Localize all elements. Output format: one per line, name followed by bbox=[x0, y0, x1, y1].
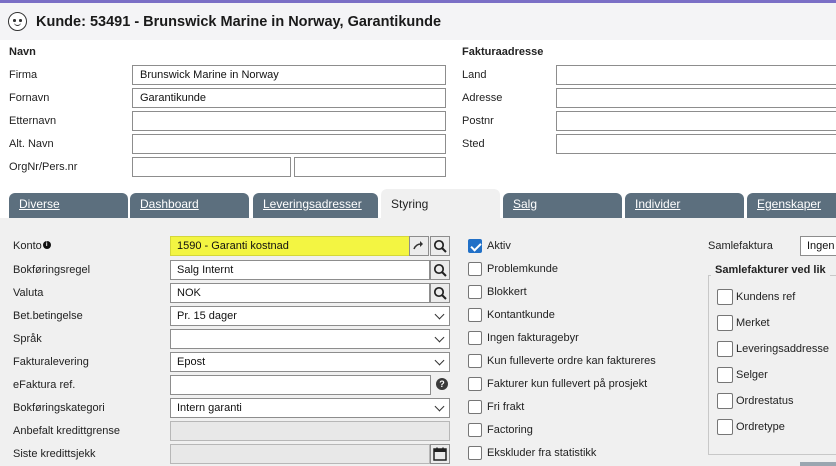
help-icon[interactable]: ? bbox=[436, 378, 448, 390]
fakturalevering-label: Fakturalevering bbox=[13, 356, 89, 368]
ordrestatus-checkbox[interactable] bbox=[717, 393, 733, 409]
kontantkunde-label: Kontantkunde bbox=[487, 309, 555, 321]
merket-label: Merket bbox=[736, 317, 770, 329]
sted-label: Sted bbox=[462, 138, 485, 150]
info-icon[interactable]: i bbox=[42, 241, 51, 249]
altnavn-input[interactable] bbox=[132, 134, 446, 154]
tab-individer[interactable]: Individer bbox=[625, 193, 744, 218]
konto-search-button[interactable] bbox=[430, 236, 450, 256]
kundens-ref-label: Kundens ref bbox=[736, 291, 796, 303]
postnr-input[interactable] bbox=[556, 111, 836, 131]
kundens-ref-checkbox[interactable] bbox=[717, 289, 733, 305]
sprak-select[interactable] bbox=[170, 329, 450, 349]
bokforingsregel-label: Bokføringsregel bbox=[13, 264, 91, 276]
betbetingelse-label: Bet.betingelse bbox=[13, 310, 83, 322]
fakturalevering-select[interactable]: Epost bbox=[170, 352, 450, 372]
betbetingelse-select[interactable]: Pr. 15 dager bbox=[170, 306, 450, 326]
fornavn-input[interactable]: Garantikunde bbox=[132, 88, 446, 108]
kontantkunde-checkbox[interactable] bbox=[468, 308, 482, 322]
search-icon bbox=[433, 239, 447, 253]
tab-diverse[interactable]: Diverse bbox=[9, 193, 128, 218]
fri-frakt-label: Fri frakt bbox=[487, 401, 525, 413]
sted-input[interactable] bbox=[556, 134, 836, 154]
tab-dashboard[interactable]: Dashboard bbox=[130, 193, 249, 218]
blokkert-checkbox[interactable] bbox=[468, 285, 482, 299]
fakturaadresse-heading: Fakturaadresse bbox=[462, 46, 544, 58]
fakturer-kun-fullevert-checkbox[interactable] bbox=[468, 377, 482, 391]
siste-label: Siste kredittsjekk bbox=[13, 448, 96, 460]
ordretype-label: Ordretype bbox=[736, 421, 785, 433]
persnr-input[interactable] bbox=[294, 157, 446, 177]
kun-fulleverte-checkbox[interactable] bbox=[468, 354, 482, 368]
title-bar: Kunde: 53491 - Brunswick Marine in Norwa… bbox=[0, 0, 836, 40]
selger-checkbox[interactable] bbox=[717, 367, 733, 383]
problemkunde-checkbox[interactable] bbox=[468, 262, 482, 276]
fornavn-label: Fornavn bbox=[9, 92, 50, 104]
ekskluder-checkbox[interactable] bbox=[468, 446, 482, 460]
samlefaktura-select[interactable]: Ingen bbox=[800, 236, 836, 256]
blokkert-label: Blokkert bbox=[487, 286, 527, 298]
calendar-icon bbox=[433, 447, 447, 461]
postnr-label: Postnr bbox=[462, 115, 494, 127]
bokforingsregel-search-button[interactable] bbox=[430, 260, 450, 280]
valuta-label: Valuta bbox=[13, 287, 44, 299]
firma-label: Firma bbox=[9, 69, 38, 81]
ingen-fakturagebyr-label: Ingen fakturagebyr bbox=[487, 332, 579, 344]
tab-leveringsadresser[interactable]: Leveringsadresser bbox=[253, 193, 378, 218]
navn-heading: Navn bbox=[9, 46, 36, 58]
land-label: Land bbox=[462, 69, 487, 81]
adresse-input[interactable] bbox=[556, 88, 836, 108]
orgnr-input[interactable] bbox=[132, 157, 291, 177]
anbefalt-label: Anbefalt kredittgrense bbox=[13, 425, 121, 437]
konto-input[interactable]: 1590 - Garanti kostnad bbox=[170, 236, 410, 256]
kun-fulleverte-label: Kun fulleverte ordre kan faktureres bbox=[487, 355, 656, 367]
tab-styring[interactable]: Styring bbox=[381, 189, 500, 218]
etternavn-label: Etternavn bbox=[9, 115, 57, 127]
open-link-button[interactable] bbox=[409, 236, 429, 256]
orgnr-label: OrgNr/Pers.nr bbox=[9, 161, 78, 173]
samlefaktura-label: Samlefaktura bbox=[708, 240, 773, 252]
samlefaktura-group-title: Samlefakturer ved lik bbox=[711, 264, 830, 276]
page-title: Kunde: 53491 - Brunswick Marine in Norwa… bbox=[36, 14, 442, 30]
valuta-search-button[interactable] bbox=[430, 283, 450, 303]
etternavn-input[interactable] bbox=[132, 111, 446, 131]
calendar-button[interactable] bbox=[430, 444, 450, 464]
leveringsaddresse-checkbox[interactable] bbox=[717, 341, 733, 357]
tab-salg[interactable]: Salg bbox=[503, 193, 622, 218]
efaktura-label: eFaktura ref. bbox=[13, 379, 76, 391]
search-icon bbox=[433, 286, 447, 300]
anbefalt-input bbox=[170, 421, 450, 441]
land-input[interactable] bbox=[556, 65, 836, 85]
arrow-icon bbox=[413, 241, 423, 250]
ekskluder-label: Ekskluder fra statistikk bbox=[487, 447, 597, 459]
aktiv-checkbox[interactable] bbox=[468, 239, 482, 253]
search-icon bbox=[433, 263, 447, 277]
valuta-input[interactable]: NOK bbox=[170, 283, 430, 303]
ingen-fakturagebyr-checkbox[interactable] bbox=[468, 331, 482, 345]
siste-input bbox=[170, 444, 430, 464]
tab-egenskaper[interactable]: Egenskaper bbox=[747, 193, 836, 218]
fri-frakt-checkbox[interactable] bbox=[468, 400, 482, 414]
efaktura-input[interactable] bbox=[170, 375, 431, 395]
bokforingsregel-input[interactable]: Salg Internt bbox=[170, 260, 430, 280]
factoring-label: Factoring bbox=[487, 424, 533, 436]
problemkunde-label: Problemkunde bbox=[487, 263, 558, 275]
bokforingskategori-label: Bokføringskategori bbox=[13, 402, 105, 414]
firma-input[interactable]: Brunswick Marine in Norway bbox=[132, 65, 446, 85]
leveringsaddresse-label: Leveringsaddresse bbox=[736, 343, 829, 355]
aktiv-label: Aktiv bbox=[487, 240, 511, 252]
sprak-label: Språk bbox=[13, 333, 42, 345]
adresse-label: Adresse bbox=[462, 92, 503, 104]
altnavn-label: Alt. Navn bbox=[9, 138, 54, 150]
ordrestatus-label: Ordrestatus bbox=[736, 395, 794, 407]
bokforingskategori-select[interactable]: Intern garanti bbox=[170, 398, 450, 418]
scroll-indicator bbox=[800, 462, 836, 466]
selger-label: Selger bbox=[736, 369, 768, 381]
merket-checkbox[interactable] bbox=[717, 315, 733, 331]
customer-face-icon bbox=[8, 12, 27, 31]
ordretype-checkbox[interactable] bbox=[717, 419, 733, 435]
factoring-checkbox[interactable] bbox=[468, 423, 482, 437]
fakturer-kun-fullevert-label: Fakturer kun fullevert på prosjekt bbox=[487, 378, 648, 390]
konto-label: Konto i bbox=[13, 240, 51, 252]
